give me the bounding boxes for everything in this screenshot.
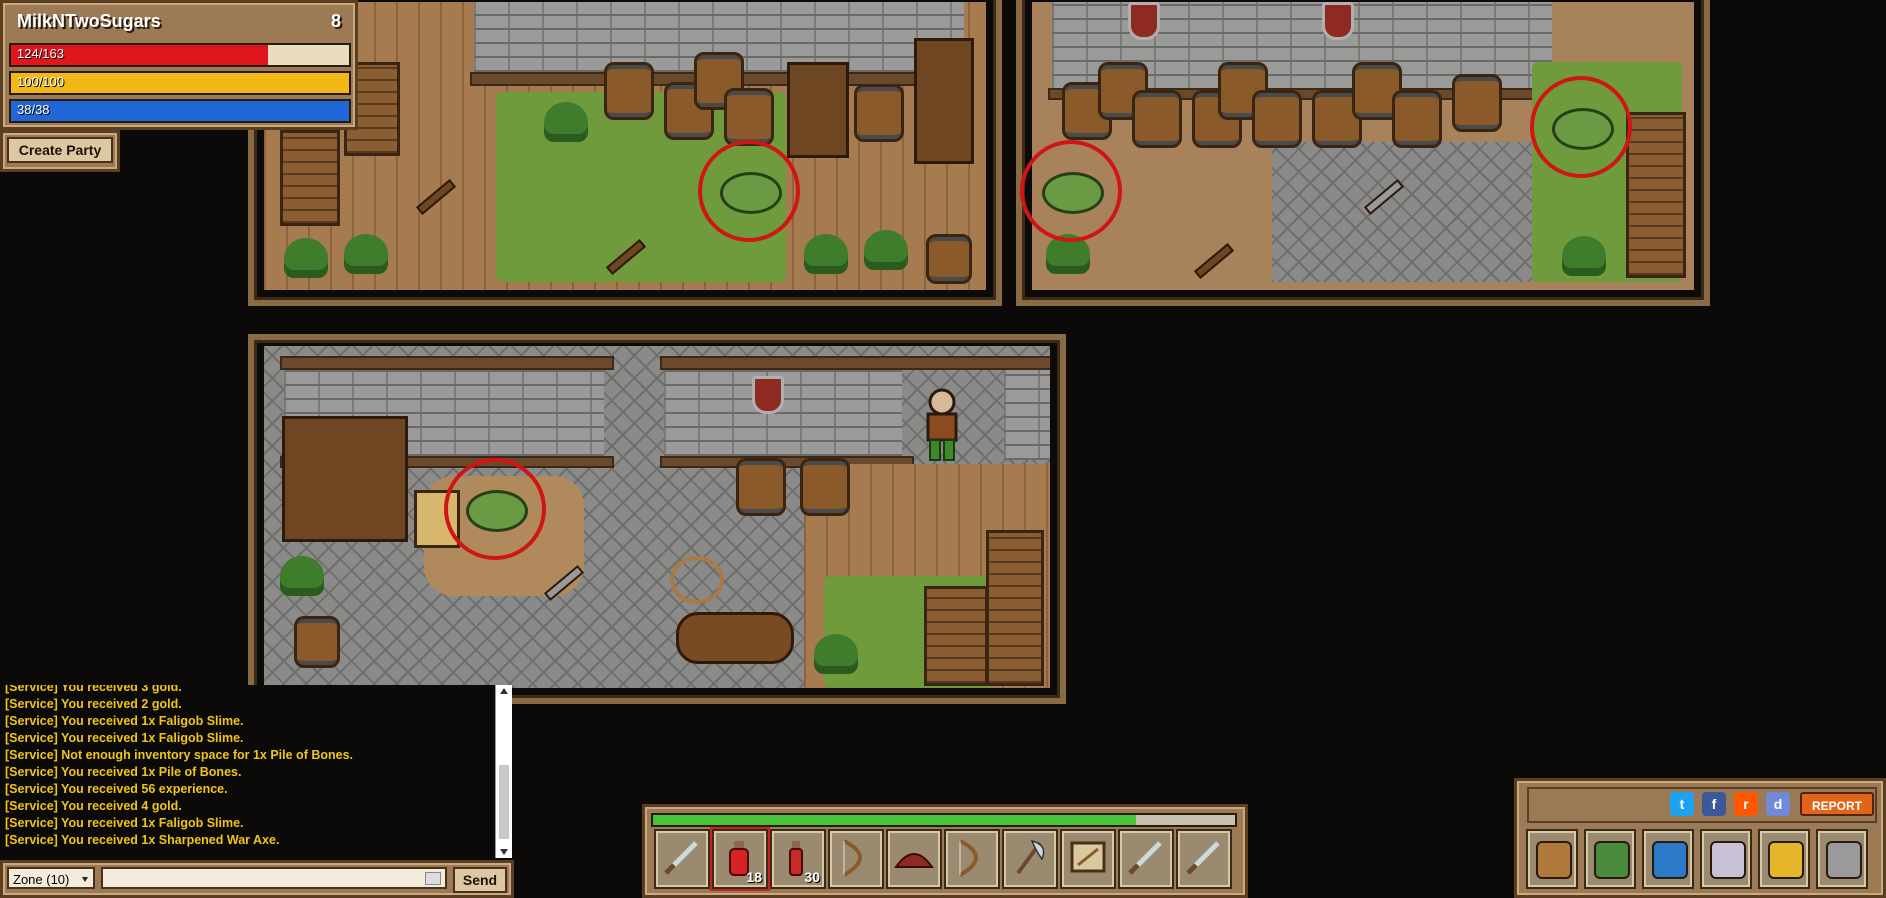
item-count: 18 [746, 869, 762, 885]
hotbar-slot[interactable]: 30 [770, 829, 826, 889]
mana-bar-text: 38/38 [17, 102, 50, 117]
target-marker [1020, 140, 1122, 242]
chat-line: [Service] You received 3 gold. [5, 685, 182, 694]
quest-book-icon-glyph [1594, 841, 1630, 879]
chat-line: [Service] You received 1x Faligob Slime. [5, 714, 244, 728]
sword-icon [664, 841, 698, 875]
reddit-icon[interactable]: r [1734, 792, 1758, 816]
mana-bar-fill [11, 101, 349, 121]
chat-channel-value: Zone (10) [13, 872, 70, 887]
bow-icon [842, 839, 862, 877]
send-button[interactable]: Send [453, 867, 507, 893]
chat-channel-select[interactable]: Zone (10) [7, 867, 95, 889]
item-count: 30 [804, 869, 820, 885]
scroll-thumb[interactable] [499, 765, 509, 839]
hat-icon [894, 853, 934, 868]
energy-bar: 100/100 [9, 71, 351, 95]
player-character [926, 388, 958, 461]
gold-coins-icon-glyph [1768, 841, 1804, 879]
hotbar-slot[interactable] [1118, 829, 1174, 889]
battle-axe-icon [1016, 839, 1045, 875]
chat-line: [Service] You received 1x Faligob Slime. [5, 731, 244, 745]
settings-gear-icon[interactable] [1816, 829, 1868, 889]
character-armor-icon[interactable] [1700, 829, 1752, 889]
hotbar-slot[interactable] [886, 829, 942, 889]
room-northwest [248, 0, 1002, 306]
party-panel: Create Party [0, 130, 120, 172]
world-map-icon-glyph [1652, 841, 1688, 879]
scroll-up-icon[interactable] [500, 688, 508, 694]
target-marker [444, 458, 546, 560]
health-bar-text: 124/163 [17, 46, 64, 61]
sword-icon [1128, 841, 1162, 875]
player-frame: MilkNTwoSugars 8 124/163 100/100 38/38 [0, 0, 358, 130]
facebook-icon[interactable]: f [1702, 792, 1726, 816]
emoji-keyboard-icon[interactable] [425, 872, 441, 885]
energy-bar-text: 100/100 [17, 74, 64, 89]
hotbar-slot[interactable] [1060, 829, 1116, 889]
mana-bar: 38/38 [9, 99, 351, 123]
hotbar-slot[interactable] [944, 829, 1000, 889]
gold-coins-icon[interactable] [1758, 829, 1810, 889]
hotbar-slot[interactable] [1176, 829, 1232, 889]
report-label: REPORT [1811, 799, 1862, 813]
target-marker [1530, 76, 1632, 178]
chat-scrollbar[interactable] [495, 685, 512, 858]
backpack-icon[interactable] [1526, 829, 1578, 889]
player-level: 8 [330, 11, 341, 31]
chat-line: [Service] You received 1x Faligob Slime. [5, 816, 244, 830]
experience-bar [651, 813, 1237, 827]
chat-line: [Service] You received 1x Pile of Bones. [5, 765, 242, 779]
scroll-down-icon[interactable] [500, 849, 508, 855]
chevron-down-icon [82, 877, 88, 882]
chat-line: [Service] You received 4 gold. [5, 799, 182, 813]
quest-book-icon[interactable] [1584, 829, 1636, 889]
hotbar-slot[interactable] [828, 829, 884, 889]
settings-gear-icon-glyph [1826, 841, 1862, 879]
hotbar-slot[interactable] [654, 829, 710, 889]
chat-messages: [Service] You received 3 gold. [Service] … [0, 685, 490, 849]
map-scroll-icon [1070, 841, 1106, 873]
player-name: MilkNTwoSugars [17, 11, 161, 31]
chat-log[interactable]: [Service] You received 3 gold. [Service] … [0, 685, 512, 858]
world-map-icon[interactable] [1642, 829, 1694, 889]
twitter-icon[interactable]: t [1670, 792, 1694, 816]
chat-line: [Service] Not enough inventory space for… [5, 748, 353, 762]
hotbar-slot[interactable] [1002, 829, 1058, 889]
character-armor-icon-glyph [1710, 841, 1746, 879]
chat-message-input[interactable] [101, 867, 447, 889]
chat-line: [Service] You received 56 experience. [5, 782, 228, 796]
room-floor [264, 2, 986, 290]
backpack-icon-glyph [1536, 841, 1572, 879]
target-marker [698, 140, 800, 242]
discord-icon[interactable]: d [1766, 792, 1790, 816]
health-bar: 124/163 [9, 43, 351, 67]
bow-icon [958, 839, 978, 877]
report-button[interactable]: REPORT [1800, 792, 1874, 816]
chat-input-bar: Zone (10) Send [0, 860, 514, 898]
create-party-button[interactable]: Create Party [7, 137, 113, 163]
sword-icon [1186, 841, 1220, 875]
chat-line: [Service] You received 1x Sharpened War … [5, 833, 280, 847]
experience-bar-fill [653, 815, 1137, 825]
hotbar-slot[interactable]: 18 [712, 829, 768, 889]
chat-line: [Service] You received 2 gold. [5, 697, 182, 711]
